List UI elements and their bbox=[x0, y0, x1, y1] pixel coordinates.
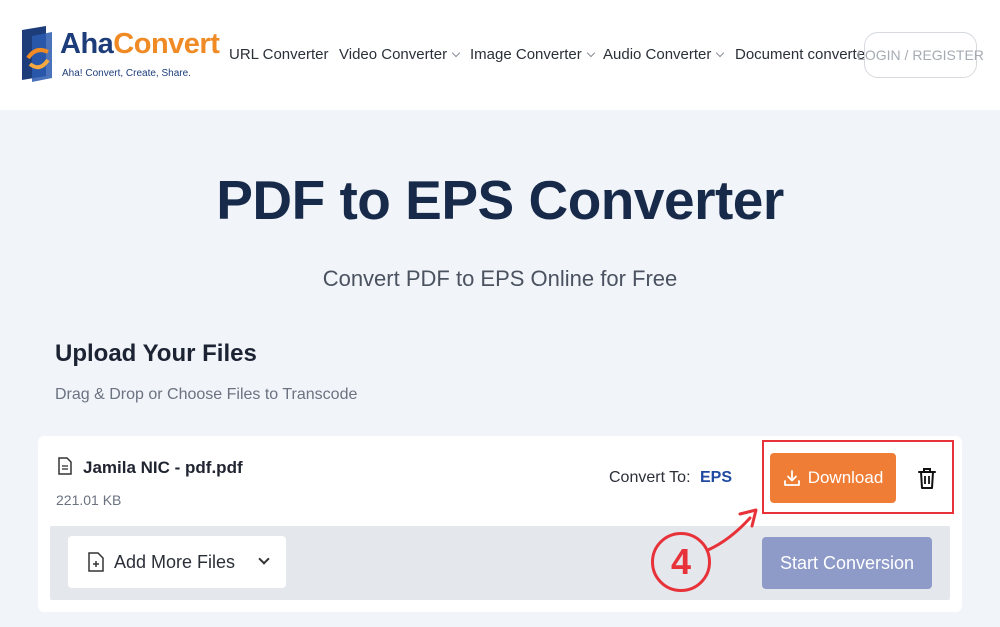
nav-video-converter-label: Video Converter bbox=[339, 46, 448, 63]
brand-tagline: Aha! Convert, Create, Share. bbox=[62, 68, 191, 79]
nav-video-converter[interactable]: Video Converter bbox=[339, 46, 461, 63]
nav-url-converter-label: URL Converter bbox=[229, 46, 329, 63]
step-arrow-icon bbox=[706, 508, 758, 552]
chevron-down-icon bbox=[451, 48, 461, 58]
chevron-down-icon bbox=[586, 48, 595, 58]
nav-url-converter[interactable]: URL Converter bbox=[229, 46, 328, 63]
add-more-files-button[interactable]: Add More Files bbox=[68, 536, 286, 588]
add-more-files-label: Add More Files bbox=[114, 551, 236, 572]
trash-icon[interactable] bbox=[916, 466, 938, 490]
nav-image-converter[interactable]: Image Converter bbox=[470, 46, 595, 63]
page-title: PDF to EPS Converter bbox=[216, 169, 784, 231]
nav-audio-converter-label: Audio Converter bbox=[603, 46, 712, 63]
logo-mark-icon bbox=[22, 26, 52, 82]
upload-title: Upload Your Files bbox=[55, 340, 257, 367]
add-file-icon bbox=[88, 552, 104, 572]
convert-to-format-select[interactable]: EPS bbox=[700, 469, 732, 487]
file-name: Jamila NIC - pdf.pdf bbox=[83, 458, 243, 477]
brand-logo[interactable]: AhaConvert Aha! Convert, Create, Share. bbox=[18, 26, 220, 86]
download-button[interactable]: Download bbox=[770, 453, 896, 503]
convert-to-label: Convert To: bbox=[609, 469, 691, 486]
upload-subtitle: Drag & Drop or Choose Files to Transcode bbox=[55, 386, 358, 403]
file-size: 221.01 KB bbox=[56, 492, 122, 508]
nav-audio-converter[interactable]: Audio Converter bbox=[603, 46, 725, 63]
action-bar: Add More Files Start Conversion bbox=[50, 526, 950, 600]
download-label: Download bbox=[807, 468, 884, 487]
file-card: Jamila NIC - pdf.pdf 221.01 KB Convert T… bbox=[38, 436, 962, 612]
chevron-down-icon[interactable] bbox=[258, 553, 270, 565]
step-number-badge: 4 bbox=[651, 532, 711, 592]
start-conversion-button[interactable]: Start Conversion bbox=[762, 537, 932, 589]
file-icon bbox=[58, 457, 72, 475]
brand-name-part1: Aha bbox=[60, 28, 114, 60]
nav-document-converter-label: Document converter bbox=[735, 46, 871, 63]
nav-document-converter[interactable]: Document converter bbox=[735, 46, 870, 63]
page-subtitle: Convert PDF to EPS Online for Free bbox=[322, 266, 678, 291]
chevron-down-icon bbox=[716, 48, 725, 58]
nav-image-converter-label: Image Converter bbox=[470, 46, 582, 63]
site-header: AhaConvert Aha! Convert, Create, Share. … bbox=[0, 0, 1000, 110]
brand-name: AhaConvert bbox=[60, 28, 220, 61]
download-icon bbox=[783, 470, 800, 486]
brand-name-part2: Convert bbox=[113, 28, 220, 60]
login-register-button[interactable]: LOGIN / REGISTER bbox=[857, 32, 984, 78]
